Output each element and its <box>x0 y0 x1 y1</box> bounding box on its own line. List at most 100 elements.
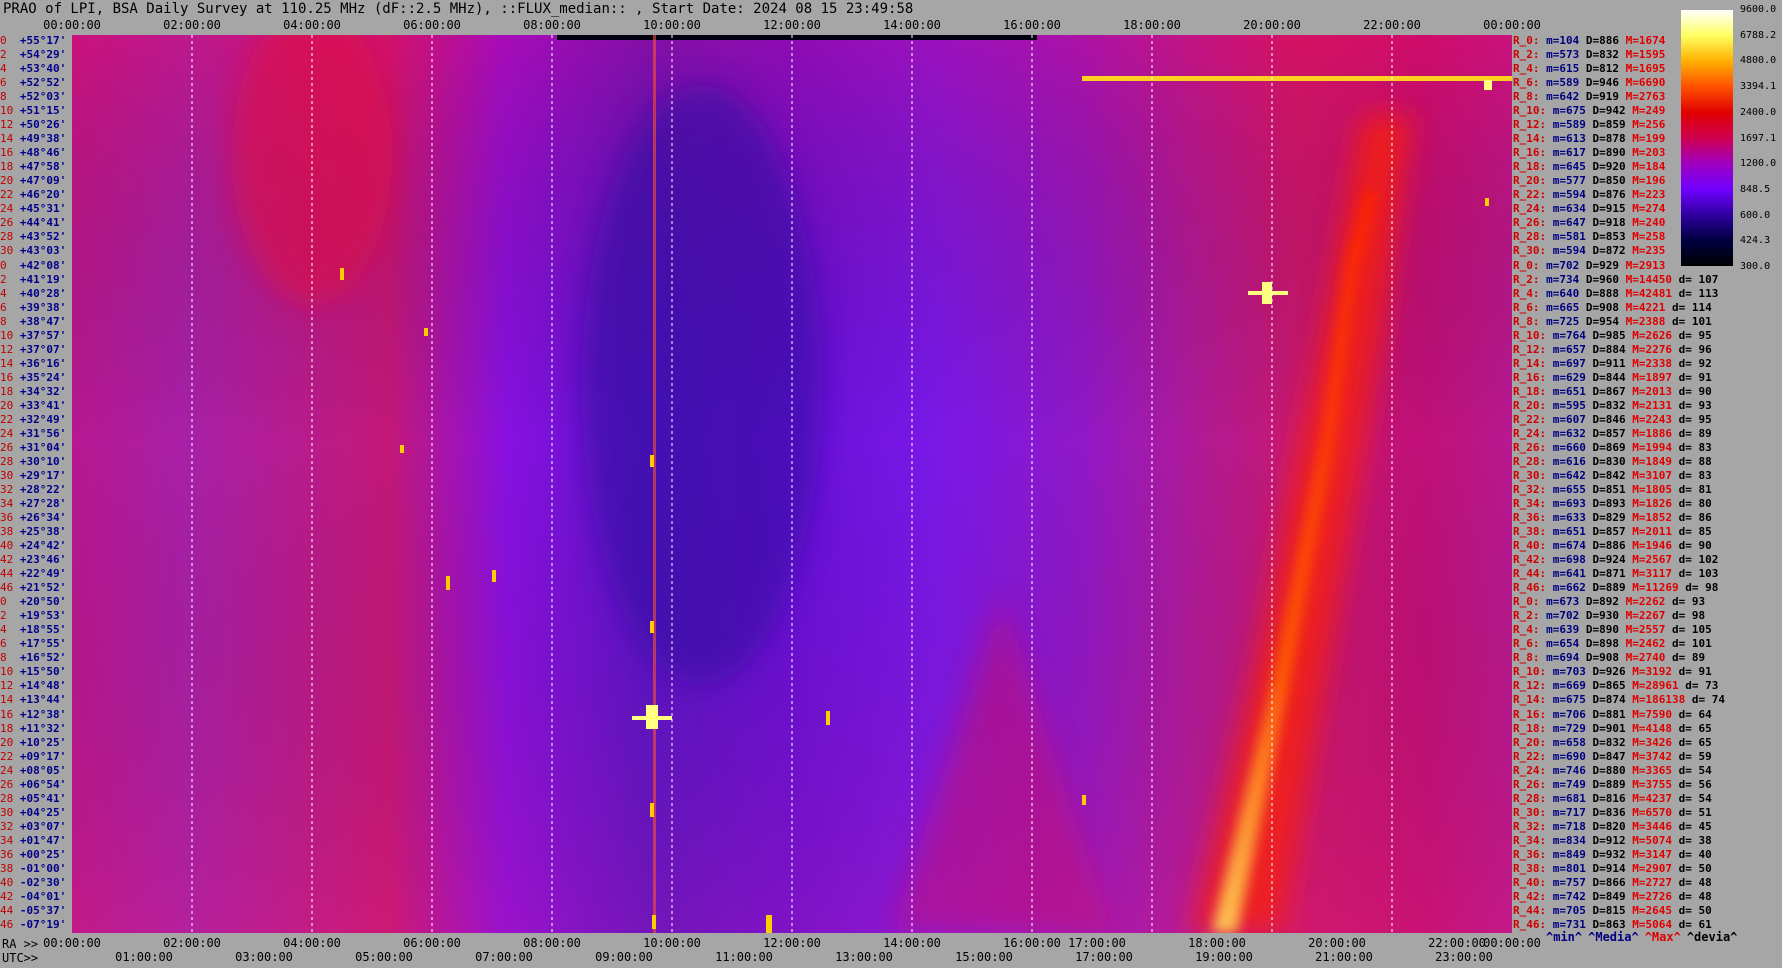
row-declination: +46°20' <box>19 188 67 202</box>
dec-row-label: 8 +52°03' <box>0 91 66 102</box>
stats-receiver: R_20: <box>1513 174 1553 188</box>
x-utc-tick-label: 13:00:00 <box>835 950 893 964</box>
stats-median: D=836 <box>1592 805 1633 819</box>
row-index: 20 <box>0 398 20 412</box>
dec-row-label: 20 +33°41' <box>0 400 66 411</box>
stats-row: R_16: m=617 D=890 M=203 <box>1513 147 1672 158</box>
x-utc-tick-label: 19:00:00 <box>1195 950 1253 964</box>
dec-row-label: 6 +52°52' <box>0 77 66 88</box>
stats-median: D=832 <box>1585 48 1626 62</box>
stats-min: m=594 <box>1552 244 1593 258</box>
stats-row: R_16: m=706 D=881 M=7590 d= 64 <box>1513 709 1718 720</box>
stats-min: m=647 <box>1552 216 1593 230</box>
stats-median: D=946 <box>1585 76 1626 90</box>
stats-deviation: d= 101 <box>1671 314 1719 328</box>
x-top-tick-label: 22:00:00 <box>1363 18 1421 32</box>
dec-row-label: 10 +37°57' <box>0 330 66 341</box>
stats-deviation: d= 65 <box>1678 721 1719 735</box>
row-declination: -01°00' <box>19 861 67 875</box>
stats-min: m=642 <box>1552 468 1593 482</box>
row-index: 8 <box>0 651 20 665</box>
stats-max: M=4237 <box>1632 791 1679 805</box>
stats-receiver: R_40: <box>1513 875 1553 889</box>
stats-deviation: d= 98 <box>1671 609 1712 623</box>
stats-median: D=832 <box>1592 398 1633 412</box>
stats-median: D=892 <box>1585 595 1626 609</box>
row-declination: +54°29' <box>19 48 67 62</box>
row-index: 24 <box>0 426 20 440</box>
x-ra-tick-label: 04:00:00 <box>283 936 341 950</box>
row-declination: -02°30' <box>19 875 67 889</box>
x-top-tick-label: 06:00:00 <box>403 18 461 32</box>
stats-min: m=589 <box>1552 118 1593 132</box>
row-declination: +37°07' <box>19 342 67 356</box>
stats-receiver: R_30: <box>1513 468 1553 482</box>
dec-row-label: 2 +41°19' <box>0 274 66 285</box>
stats-max: M=3755 <box>1632 777 1679 791</box>
stats-max: M=2740 <box>1625 651 1672 665</box>
stats-min: m=645 <box>1552 160 1593 174</box>
dec-row-label: 6 +39°38' <box>0 302 66 313</box>
row-declination: +44°41' <box>19 216 67 230</box>
stats-min: m=577 <box>1552 174 1593 188</box>
stats-max: M=2557 <box>1625 623 1672 637</box>
stats-row: R_10: m=703 D=926 M=3192 d= 91 <box>1513 666 1718 677</box>
stats-median: D=889 <box>1592 581 1633 595</box>
stats-max: M=186138 <box>1632 693 1692 707</box>
stats-median: D=815 <box>1592 903 1633 917</box>
stats-deviation: d= 48 <box>1678 889 1719 903</box>
x-ra-tick-label: 14:00:00 <box>883 936 941 950</box>
row-declination: +19°53' <box>19 609 67 623</box>
stats-receiver: R_44: <box>1513 567 1553 581</box>
stats-min: m=651 <box>1552 384 1593 398</box>
dec-row-label: 34 +27°28' <box>0 498 66 509</box>
stats-deviation: d= 98 <box>1685 581 1725 595</box>
stats-min: m=674 <box>1552 539 1593 553</box>
dec-row-label: 26 +44°41' <box>0 217 66 228</box>
row-declination: +11°32' <box>19 721 67 735</box>
legend-item: ^Media^ <box>1588 930 1639 944</box>
stats-max: M=2626 <box>1632 328 1679 342</box>
stats-median: D=929 <box>1585 258 1626 272</box>
stats-min: m=681 <box>1552 791 1593 805</box>
stats-min: m=834 <box>1552 833 1593 847</box>
stats-row: R_4: m=639 D=890 M=2557 d= 105 <box>1513 624 1718 635</box>
stats-row: R_26: m=749 D=889 M=3755 d= 56 <box>1513 779 1718 790</box>
row-declination: +06°54' <box>19 777 67 791</box>
stats-receiver: R_0: <box>1513 595 1547 609</box>
stats-median: D=914 <box>1592 861 1633 875</box>
stats-min: m=698 <box>1552 553 1593 567</box>
stats-row: R_32: m=655 D=851 M=1805 d= 81 <box>1513 484 1718 495</box>
stats-median: D=932 <box>1592 847 1633 861</box>
row-index: 30 <box>0 805 20 819</box>
x-top-tick-label: 08:00:00 <box>523 18 581 32</box>
row-index: 44 <box>0 567 20 581</box>
stats-receiver: R_32: <box>1513 819 1553 833</box>
row-index: 34 <box>0 497 20 511</box>
row-index: 0 <box>0 258 20 272</box>
row-index: 2 <box>0 48 20 62</box>
stats-deviation: d= 91 <box>1678 370 1719 384</box>
stats-min: m=654 <box>1546 637 1586 651</box>
stats-min: m=639 <box>1546 623 1586 637</box>
stats-row: R_6: m=589 D=946 M=6690 <box>1513 77 1672 88</box>
x-top-tick-label: 18:00:00 <box>1123 18 1181 32</box>
row-index: 14 <box>0 132 20 146</box>
x-utc-tick-label: 11:00:00 <box>715 950 773 964</box>
stats-max: M=1994 <box>1632 440 1679 454</box>
colorbar-label: 1697.1 <box>1740 132 1777 144</box>
stats-row: R_18: m=651 D=867 M=2013 d= 90 <box>1513 386 1718 397</box>
stats-receiver: R_2: <box>1513 272 1547 286</box>
stats-deviation: d= 48 <box>1678 875 1719 889</box>
row-declination: +32°49' <box>19 412 67 426</box>
stats-min: m=616 <box>1552 454 1593 468</box>
dec-row-label: 38 -01°00' <box>0 863 66 874</box>
stats-row: R_28: m=581 D=853 M=258 <box>1513 231 1672 242</box>
row-declination: +53°40' <box>19 62 67 76</box>
row-index: 10 <box>0 104 20 118</box>
row-declination: +52°03' <box>19 90 67 104</box>
stats-row: R_12: m=657 D=884 M=2276 d= 96 <box>1513 344 1718 355</box>
row-index: 44 <box>0 903 20 917</box>
stats-row: R_42: m=698 D=924 M=2567 d= 102 <box>1513 554 1725 565</box>
dec-row-label: 8 +38°47' <box>0 316 66 327</box>
